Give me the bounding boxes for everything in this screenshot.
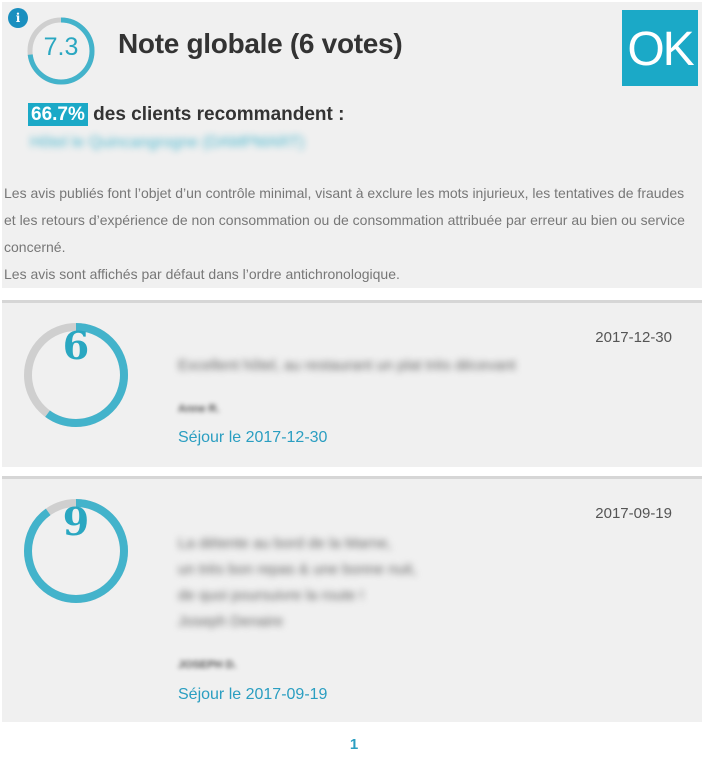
review-card: 9 2017-09-19 La détente au bord de la Ma… bbox=[2, 476, 702, 722]
review-date: 2017-12-30 bbox=[595, 329, 672, 346]
review-score: 9 bbox=[62, 499, 90, 544]
hotel-link[interactable]: Hôtel le Quincangrogne (DAMPMART) bbox=[30, 134, 304, 152]
review-text: Excellent hôtel, au restaurant un plat t… bbox=[178, 353, 516, 379]
page-link-current[interactable]: 1 bbox=[350, 736, 358, 753]
recommend-percentage: 66.7% bbox=[28, 103, 88, 126]
review-date: 2017-09-19 bbox=[595, 505, 672, 522]
disclaimer: Les avis publiés font l’objet d’un contr… bbox=[4, 180, 698, 288]
review-stay-date: Séjour le 2017-09-19 bbox=[178, 686, 328, 703]
review-text-line: un très bon repas & une bonne nuit, bbox=[178, 561, 417, 578]
review-stay-date: Séjour le 2017-12-30 bbox=[178, 429, 328, 446]
review-text-line: Excellent hôtel, au restaurant un plat t… bbox=[178, 357, 516, 374]
info-icon[interactable]: i bbox=[8, 8, 28, 28]
review-text-line: de quoi poursuivre la route ! bbox=[178, 587, 364, 604]
overall-score-ring: 7.3 bbox=[26, 16, 96, 86]
recommend-text: des clients recommandent : bbox=[93, 104, 345, 125]
review-text-line: La détente au bord de la Marne, bbox=[178, 535, 392, 552]
ok-badge: OK bbox=[622, 10, 698, 86]
order-note: Les avis sont affichés par défaut dans l… bbox=[4, 266, 400, 282]
review-score: 6 bbox=[62, 323, 90, 368]
review-text-line: Joseph Denaire bbox=[178, 613, 284, 630]
recommend-line: 66.7% des clients recommandent : bbox=[28, 103, 345, 126]
review-author: JOSEPH D. bbox=[178, 659, 237, 671]
review-score-ring: 6 bbox=[22, 321, 130, 429]
overall-score: 7.3 bbox=[43, 33, 79, 61]
rating-summary: i 7.3 Note globale (6 votes) OK 66.7% de… bbox=[2, 2, 702, 288]
pagination: 1 bbox=[0, 736, 708, 753]
disclaimer-text: Les avis publiés font l’objet d’un contr… bbox=[4, 185, 685, 255]
page-title: Note globale (6 votes) bbox=[118, 28, 403, 59]
review-score-ring: 9 bbox=[22, 497, 130, 605]
review-author: Anne R. bbox=[178, 403, 220, 415]
review-text: La détente au bord de la Marne, un très … bbox=[178, 531, 417, 635]
review-card: 6 2017-12-30 Excellent hôtel, au restaur… bbox=[2, 300, 702, 467]
